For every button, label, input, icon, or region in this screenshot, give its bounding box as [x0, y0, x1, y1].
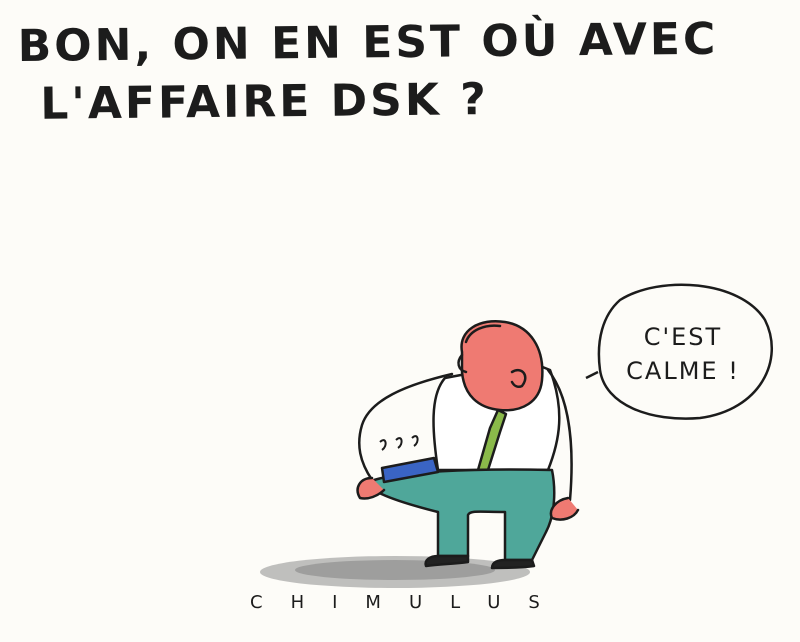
- speech-line-1: C'EST: [643, 323, 723, 351]
- caption-line-2: L'AFFAIRE DSK ?: [40, 74, 490, 130]
- motion-marks: [379, 435, 419, 451]
- speech-bubble-text: C'EST CALME !: [608, 320, 758, 388]
- pants: [372, 468, 556, 562]
- caption-line-1: BON, ON EN EST OÙ AVEC: [17, 13, 719, 73]
- head: [460, 320, 544, 412]
- speech-line-2: CALME !: [626, 357, 740, 385]
- right-shoe: [490, 558, 536, 570]
- cartoon-caption: BON, ON EN EST OÙ AVEC L'AFFAIRE DSK ?: [17, 10, 788, 134]
- ear: [510, 369, 527, 389]
- artist-signature: CHIMULUS: [250, 592, 568, 613]
- man-figure: [356, 320, 580, 570]
